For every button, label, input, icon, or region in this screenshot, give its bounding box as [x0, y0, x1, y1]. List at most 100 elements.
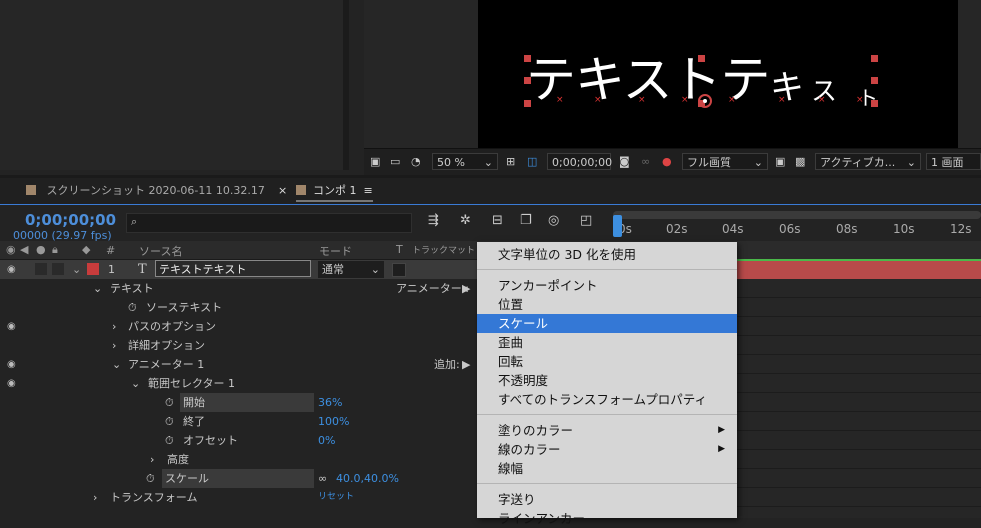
chevron-down-icon[interactable]: ⌄ — [112, 355, 121, 374]
chevron-down-icon[interactable]: ⌄ — [93, 279, 102, 298]
blend-mode-select[interactable]: 通常 ⌄ — [318, 261, 384, 278]
brainstorm-icon[interactable]: ◎ — [548, 213, 559, 228]
audio-icon[interactable]: ◀ — [20, 243, 28, 256]
tab-screenshot[interactable]: スクリーンショット 2020-06-11 10.32.17 — [26, 178, 265, 204]
menu-item-scale[interactable]: スケール — [477, 314, 737, 333]
animator-add-icon[interactable]: ▶ — [462, 279, 470, 298]
menu-separator — [477, 414, 737, 415]
scale-value[interactable]: 40.0,40.0% — [336, 469, 399, 488]
stopwatch-icon[interactable]: ⏱ — [165, 431, 174, 450]
motion-blur-icon[interactable]: ⊟ — [492, 213, 503, 228]
current-time[interactable]: 0;00;00;00 — [25, 211, 116, 229]
end-label: 終了 — [183, 415, 205, 428]
shy-icon[interactable]: ⇶ — [428, 213, 439, 228]
chevron-right-icon[interactable]: › — [150, 450, 154, 469]
menu-item-anchor[interactable]: アンカーポイント — [477, 276, 737, 295]
col-mode[interactable]: モード — [319, 243, 352, 259]
start-value[interactable]: 36% — [318, 393, 342, 412]
source-text-label: ソーステキスト — [146, 301, 223, 314]
eye-icon[interactable]: ◉ — [6, 243, 16, 256]
col-source-name[interactable]: ソース名 — [139, 243, 182, 259]
comp-flowchart-icon[interactable]: ◰ — [580, 213, 592, 228]
tab-comp1[interactable]: コンポ 1 ≡ — [296, 178, 373, 202]
text-layer-icon: T — [138, 262, 147, 277]
link-icon[interactable]: ∞ — [641, 153, 650, 170]
transparency-grid-icon[interactable]: ▩ — [795, 153, 805, 170]
bbox-handle[interactable] — [698, 55, 705, 62]
add-menu-icon[interactable]: ▶ — [462, 355, 470, 374]
end-value[interactable]: 100% — [318, 412, 349, 431]
chevron-right-icon[interactable]: › — [93, 488, 97, 507]
menu-item-stroke-width[interactable]: 線幅 — [477, 459, 737, 478]
playhead[interactable] — [613, 215, 622, 237]
chevron-down-icon[interactable]: ⌄ — [72, 260, 81, 279]
reset-link[interactable]: リセット — [318, 488, 354, 507]
bbox-handle[interactable] — [871, 77, 878, 84]
graph-editor-icon[interactable]: ❐ — [520, 213, 532, 228]
offset-value[interactable]: 0% — [318, 431, 335, 450]
menu-item-rotation[interactable]: 回転 — [477, 352, 737, 371]
chevron-down-icon[interactable]: ⌄ — [131, 374, 140, 393]
grid-icon[interactable]: ⊞ — [506, 153, 515, 170]
timeline-tracks[interactable] — [737, 279, 981, 518]
eye-icon[interactable]: ◉ — [7, 317, 16, 336]
eye-icon[interactable]: ◉ — [7, 374, 16, 393]
anchor-point-icon[interactable] — [696, 92, 714, 110]
zoom-select[interactable]: 50 % ⌄ — [432, 153, 498, 170]
solo-icon[interactable]: ● — [36, 243, 46, 256]
menu-item-opacity[interactable]: 不透明度 — [477, 371, 737, 390]
mask-icon[interactable]: ◔ — [411, 153, 421, 170]
resolution-select[interactable]: フル画質 ⌄ — [682, 153, 768, 170]
layer-search-input[interactable]: ⌕ — [126, 213, 412, 233]
eye-icon[interactable]: ◉ — [7, 260, 16, 279]
stopwatch-icon[interactable]: ⏱ — [165, 393, 174, 412]
menu-item-3d[interactable]: 文字単位の 3D 化を使用 — [477, 245, 737, 264]
close-icon[interactable]: × — [278, 178, 287, 204]
layer-duration-bar[interactable] — [737, 260, 981, 279]
bbox-handle[interactable] — [524, 77, 531, 84]
camera-icon[interactable]: ◙ — [619, 153, 630, 170]
layer-number: 1 — [108, 263, 115, 276]
menu-icon[interactable]: ≡ — [364, 184, 373, 197]
project-scrollbar[interactable] — [343, 0, 349, 170]
menu-item-all-transform[interactable]: すべてのトランスフォームプロパティ — [477, 390, 737, 409]
constrain-link-icon[interactable]: ∞ — [318, 469, 327, 488]
view-select[interactable]: アクティブカ... ⌄ — [815, 153, 921, 170]
eye-icon[interactable]: ◉ — [7, 355, 16, 374]
menu-item-line-anchor[interactable]: ラインアンカー — [477, 509, 737, 528]
color-channels-icon[interactable]: ● — [662, 153, 672, 170]
bbox-handle[interactable] — [524, 55, 531, 62]
col-trackmatte[interactable]: トラックマット — [412, 243, 475, 256]
solo-box[interactable] — [35, 263, 47, 275]
lock-icon[interactable]: 🔒︎ — [52, 243, 58, 257]
col-t[interactable]: T — [396, 243, 403, 256]
frame-blend-icon[interactable]: ✲ — [460, 213, 471, 228]
menu-item-skew[interactable]: 歪曲 — [477, 333, 737, 352]
roi-icon[interactable]: ▣ — [775, 153, 785, 170]
chevron-right-icon[interactable]: › — [112, 336, 116, 355]
lock-box[interactable] — [52, 263, 64, 275]
bbox-handle[interactable] — [524, 100, 531, 107]
label-icon[interactable]: ◆ — [82, 243, 90, 256]
bbox-handle[interactable] — [871, 100, 878, 107]
viewer-timecode[interactable]: 0;00;00;00 — [547, 153, 612, 170]
stopwatch-icon[interactable]: ⏱ — [165, 412, 174, 431]
composition-canvas[interactable]: テキストテ キ ス ト × × × × × × × × — [478, 0, 958, 148]
snapshot-icon[interactable]: ▣ — [370, 153, 380, 170]
menu-item-tracking[interactable]: 字送り — [477, 490, 737, 509]
chevron-right-icon[interactable]: › — [112, 317, 116, 336]
bbox-handle[interactable] — [871, 55, 878, 62]
stopwatch-icon[interactable]: ⏱ — [128, 298, 137, 317]
time-ruler[interactable]: 0s 02s 04s 06s 08s 10s 12s — [618, 222, 981, 242]
layout-select[interactable]: 1 画面 — [926, 153, 981, 170]
menu-item-stroke-color[interactable]: 線のカラー ▶ — [477, 440, 737, 459]
monitor-icon[interactable]: ▭ — [390, 153, 400, 170]
layer-label-color[interactable] — [87, 263, 99, 275]
region-icon[interactable]: ◫ — [527, 153, 537, 170]
work-area-bar[interactable] — [613, 211, 981, 219]
preserve-transparency-checkbox[interactable] — [392, 263, 406, 277]
menu-item-fill-color[interactable]: 塗りのカラー ▶ — [477, 421, 737, 440]
layer-name-field[interactable]: テキストテキスト — [155, 260, 311, 277]
stopwatch-icon[interactable]: ⏱ — [146, 469, 155, 488]
menu-item-position[interactable]: 位置 — [477, 295, 737, 314]
